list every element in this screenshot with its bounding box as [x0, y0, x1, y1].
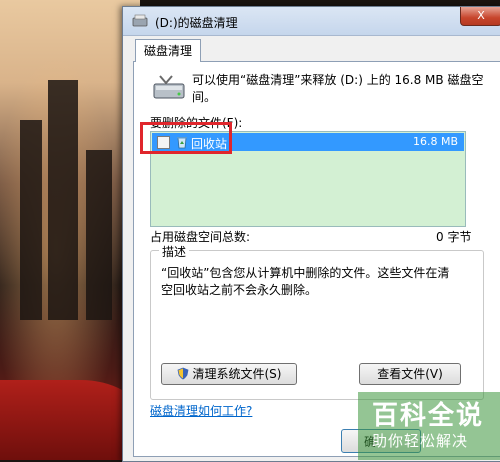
- watermark-title: 百科全说: [372, 401, 485, 431]
- description-text: “回收站”包含您从计算机中删除的文件。这些文件在清空回收站之前不会永久删除。: [161, 266, 450, 297]
- watermark: 百科全说 助你轻松解决: [358, 392, 500, 460]
- file-size: 16.8 MB: [412, 135, 458, 148]
- title-bar: (D:)的磁盘清理 X: [123, 7, 500, 36]
- desktop-wallpaper: [0, 0, 140, 460]
- watermark-subtitle: 助你轻松解决: [372, 432, 469, 450]
- intro-text: 可以使用“磁盘清理”来释放 (D:) 上的 16.8 MB 磁盘空间。: [192, 73, 484, 104]
- wallpaper-building: [86, 150, 112, 320]
- files-to-delete-label: 要删除的文件(F):: [150, 116, 243, 130]
- description-title: 描述: [159, 243, 190, 260]
- close-icon: X: [477, 9, 485, 22]
- close-button[interactable]: X: [460, 7, 500, 26]
- files-list[interactable]: 回收站 16.8 MB: [150, 131, 466, 227]
- cleanup-system-files-label: 清理系统文件(S): [192, 367, 282, 381]
- file-checkbox[interactable]: [157, 136, 170, 149]
- list-item[interactable]: 回收站 16.8 MB: [152, 133, 464, 151]
- cleanup-system-files-button[interactable]: 清理系统文件(S): [161, 363, 297, 385]
- help-link[interactable]: 磁盘清理如何工作?: [150, 402, 252, 419]
- wallpaper-building: [20, 120, 42, 320]
- recycle-bin-icon: [177, 137, 187, 149]
- shield-icon: [177, 367, 188, 380]
- tab-disk-cleanup[interactable]: 磁盘清理: [135, 39, 202, 62]
- window-title: (D:)的磁盘清理: [155, 16, 238, 30]
- view-files-button[interactable]: 查看文件(V): [359, 363, 461, 385]
- disk-cleanup-icon: [132, 14, 148, 27]
- wallpaper-building: [48, 80, 78, 320]
- total-space-value: 0 字节: [436, 230, 472, 244]
- view-files-label: 查看文件(V): [377, 367, 443, 381]
- wallpaper-car: [0, 380, 140, 460]
- drive-cleanup-icon: [153, 75, 185, 99]
- file-name: 回收站: [191, 137, 228, 151]
- description-group: 描述 “回收站”包含您从计算机中删除的文件。这些文件在清空回收站之前不会永久删除…: [150, 243, 484, 400]
